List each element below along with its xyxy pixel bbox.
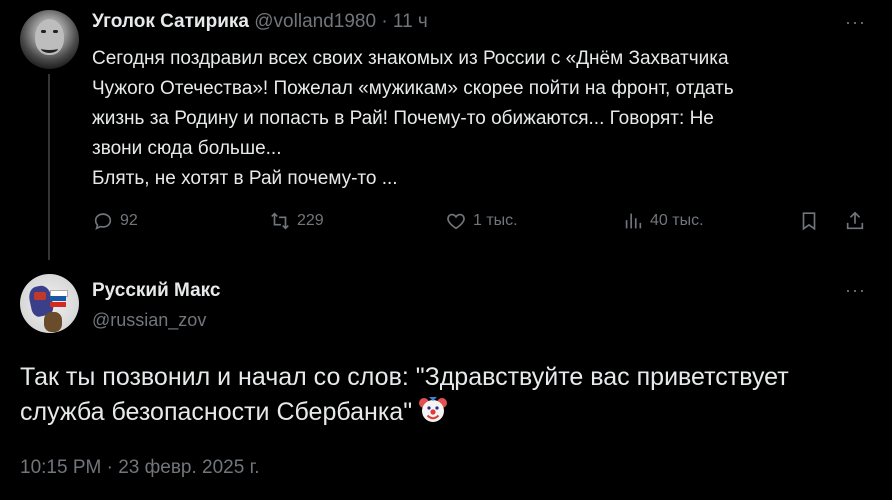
more-options-icon[interactable]: ··· bbox=[845, 280, 866, 301]
tweet-text-line: жизнь за Родину и попасть в Рай! Почему-… bbox=[92, 108, 714, 129]
action-bar: 92 229 1 тыс. 40 тыс. bbox=[92, 210, 872, 240]
reply-button[interactable]: 92 bbox=[92, 210, 138, 232]
tweet-timestamp[interactable]: 10:15 PM · 23 февр. 2025 г. bbox=[20, 457, 259, 479]
avatar[interactable] bbox=[20, 274, 79, 333]
handle[interactable]: @russian_zov bbox=[92, 310, 206, 331]
tweet-text: Сегодня поздравил всех своих знакомых из… bbox=[92, 44, 882, 194]
like-button[interactable]: 1 тыс. bbox=[445, 210, 518, 232]
tweet-time[interactable]: 11 ч bbox=[393, 11, 428, 32]
avatar-eye bbox=[53, 30, 58, 33]
share-icon bbox=[846, 211, 864, 230]
tweet-text-line: звони сюда больше... bbox=[92, 138, 282, 159]
parent-tweet[interactable]: Уголок Сатирика @volland1980 · 11 ч ··· … bbox=[0, 0, 892, 260]
bookmark-icon bbox=[802, 212, 816, 231]
avatar-detail bbox=[44, 312, 62, 332]
tweet-text-body: Так ты позвонил и начал со слов: "Здравс… bbox=[20, 363, 789, 427]
retweet-icon bbox=[271, 212, 289, 230]
tweet-header: Уголок Сатирика @volland1980 · 11 ч bbox=[92, 10, 428, 34]
clown-face-icon bbox=[418, 394, 448, 433]
avatar-flag bbox=[50, 302, 66, 307]
avatar-detail bbox=[34, 292, 46, 300]
tweet-text: Так ты позвонил и начал со слов: "Здравс… bbox=[20, 360, 880, 433]
views-count: 40 тыс. bbox=[650, 212, 704, 229]
tweet-text-line: Сегодня поздравил всех своих знакомых из… bbox=[92, 48, 729, 69]
avatar-eye bbox=[41, 30, 46, 33]
display-name[interactable]: Уголок Сатирика bbox=[92, 11, 249, 32]
bookmark-button[interactable] bbox=[798, 210, 826, 232]
retweet-count: 229 bbox=[297, 212, 324, 229]
retweet-button[interactable]: 229 bbox=[269, 210, 324, 232]
avatar-smile bbox=[41, 44, 58, 53]
more-options-icon[interactable]: ··· bbox=[845, 12, 866, 33]
views-icon bbox=[625, 213, 642, 229]
tweet-text-line: Блять, не хотят в Рай почему-то ... bbox=[92, 168, 398, 189]
handle[interactable]: @volland1980 bbox=[254, 11, 376, 32]
separator: · bbox=[381, 11, 388, 32]
like-icon bbox=[447, 213, 465, 230]
thread-line bbox=[48, 74, 50, 260]
reply-count: 92 bbox=[120, 212, 138, 229]
like-count: 1 тыс. bbox=[473, 212, 518, 229]
display-name[interactable]: Русский Макс bbox=[92, 280, 221, 302]
avatar-flag bbox=[50, 296, 66, 301]
share-button[interactable] bbox=[844, 210, 872, 232]
tweet-text-line: Чужого Отечества»! Пожелал «мужикам» ско… bbox=[92, 78, 734, 99]
avatar[interactable] bbox=[20, 10, 79, 69]
views-button[interactable]: 40 тыс. bbox=[622, 210, 704, 232]
reply-icon bbox=[94, 213, 112, 230]
main-tweet: Русский Макс @russian_zov ··· Так ты поз… bbox=[0, 262, 892, 500]
